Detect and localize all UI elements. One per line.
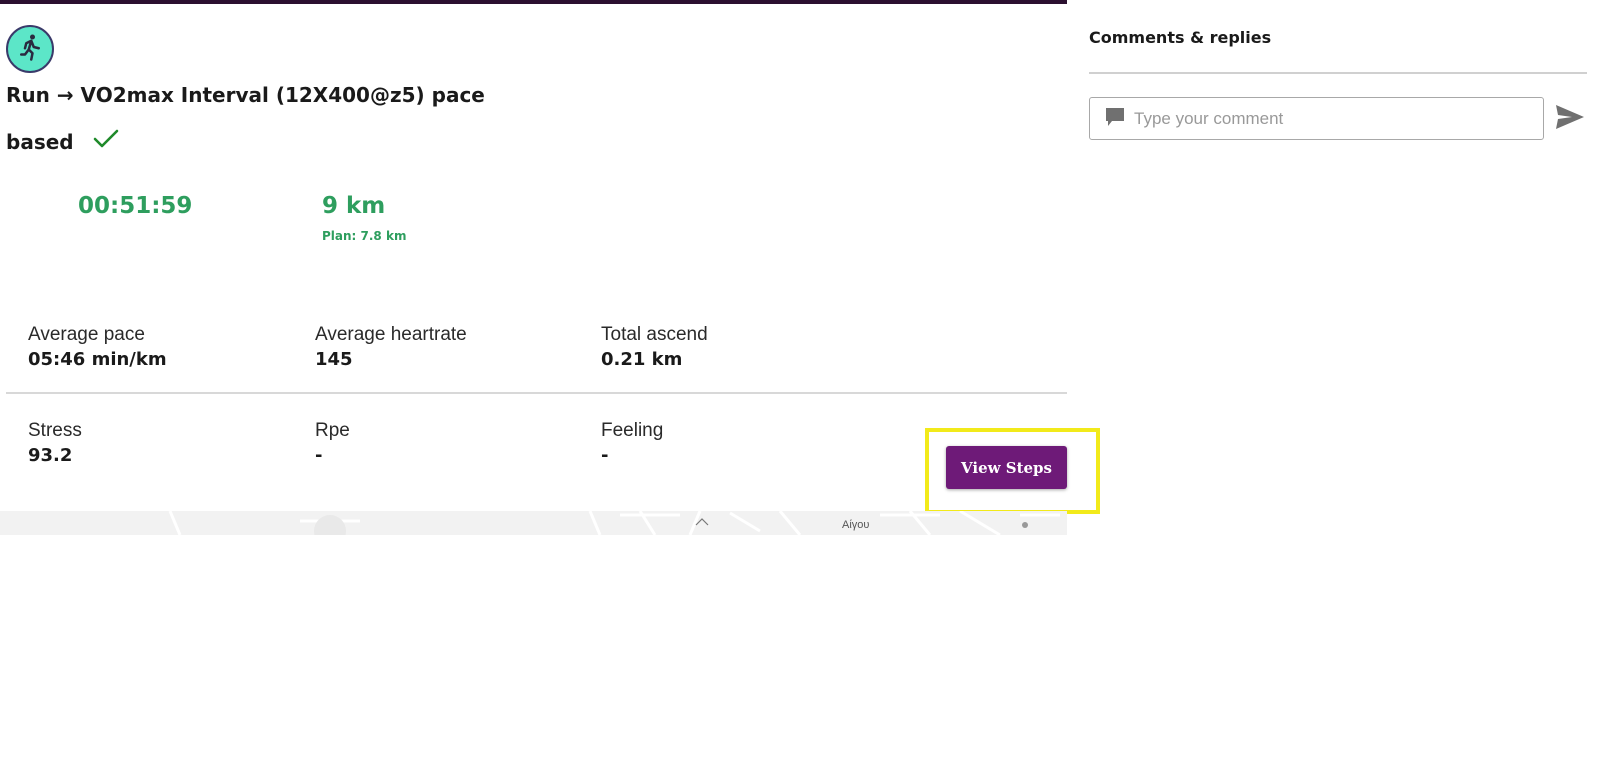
- distance-value: 9 km: [322, 193, 386, 219]
- speech-bubble-icon: [1104, 106, 1126, 132]
- stat-label: Stress: [28, 420, 82, 441]
- stat-rpe: Rpe -: [315, 420, 350, 468]
- stat-value: 0.21 km: [601, 349, 683, 370]
- stat-label: Average pace: [28, 324, 145, 345]
- comment-field[interactable]: [1089, 97, 1544, 140]
- comment-input[interactable]: [1134, 108, 1534, 129]
- view-steps-button[interactable]: View Steps: [946, 446, 1067, 489]
- comments-title: Comments & replies: [1089, 28, 1272, 47]
- workout-title-continuation: based: [6, 130, 74, 154]
- stats-divider: [6, 392, 1067, 394]
- stat-feeling: Feeling -: [601, 420, 663, 468]
- workout-title: Run → VO2max Interval (12X400@z5) pace: [6, 83, 485, 107]
- stat-label: Rpe: [315, 420, 350, 441]
- duration-value: 00:51:59: [78, 193, 193, 219]
- route-map[interactable]: Αίγου: [0, 511, 1067, 535]
- comments-panel: Comments & replies: [1067, 0, 1600, 762]
- stat-value: -: [315, 445, 323, 466]
- stat-average-heartrate: Average heartrate 145: [315, 324, 467, 372]
- workout-panel: Run → VO2max Interval (12X400@z5) pace b…: [0, 0, 1100, 535]
- stat-value: -: [601, 445, 609, 466]
- map-place-label: Αίγου: [842, 519, 870, 531]
- checkmark-icon: [92, 127, 120, 157]
- stat-stress: Stress 93.2: [28, 420, 82, 468]
- runner-icon: [15, 32, 45, 66]
- activity-avatar: [6, 25, 54, 73]
- stat-value: 05:46 min/km: [28, 349, 167, 370]
- stat-value: 93.2: [28, 445, 73, 466]
- stat-label: Feeling: [601, 420, 664, 441]
- stat-label: Average heartrate: [315, 324, 467, 345]
- workout-title-line2: based: [6, 127, 120, 157]
- stat-value: 145: [315, 349, 353, 370]
- plan-distance: Plan: 7.8 km: [322, 229, 407, 243]
- stat-total-ascend: Total ascend 0.21 km: [601, 324, 708, 372]
- stat-average-pace: Average pace 05:46 min/km: [28, 324, 167, 372]
- send-icon[interactable]: [1553, 101, 1587, 133]
- comments-divider: [1089, 72, 1587, 74]
- stat-label: Total ascend: [601, 324, 708, 345]
